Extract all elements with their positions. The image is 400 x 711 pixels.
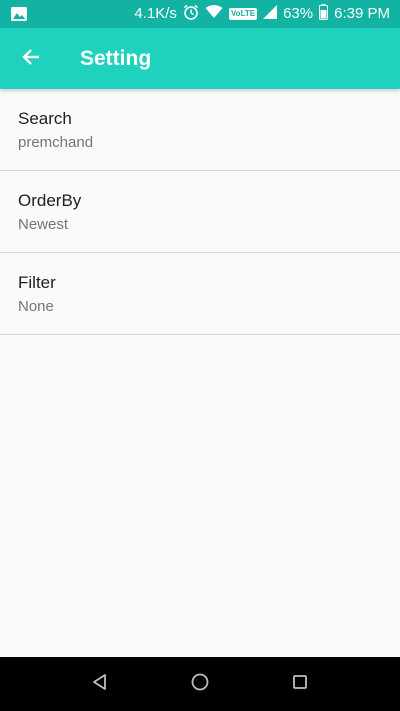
pref-title: OrderBy (18, 191, 82, 210)
nav-home-button[interactable] (185, 669, 215, 699)
battery-percent: 63% (283, 5, 314, 22)
back-button[interactable] (12, 40, 50, 78)
pref-search[interactable]: Search premchand (0, 89, 400, 171)
nav-recents-button[interactable] (285, 669, 315, 699)
back-triangle-icon (91, 673, 109, 696)
status-bar: 4.1K/s VoLTE 63% 6:39 PM (0, 0, 400, 28)
clock: 6:39 PM (334, 5, 390, 22)
pref-title: Search (18, 109, 72, 128)
nav-back-button[interactable] (85, 669, 115, 699)
battery-icon (319, 4, 329, 24)
recents-square-icon (291, 673, 309, 696)
navigation-bar (0, 657, 400, 711)
pref-orderby[interactable]: OrderBy Newest (0, 171, 400, 253)
pref-title: Filter (18, 273, 56, 292)
alarm-icon (183, 4, 199, 24)
pref-summary: Newest (18, 216, 69, 233)
pref-summary: None (18, 298, 54, 315)
home-circle-icon (190, 672, 210, 697)
app-bar: Setting (0, 28, 400, 89)
settings-list: Search premchand OrderBy Newest Filter N… (0, 89, 400, 657)
pref-filter[interactable]: Filter None (0, 253, 400, 335)
gallery-notification-icon (10, 5, 28, 23)
volte-badge: VoLTE (228, 8, 258, 20)
network-speed: 4.1K/s (134, 5, 177, 22)
wifi-icon (205, 5, 223, 23)
status-indicators: 4.1K/s VoLTE 63% 6:39 PM (134, 0, 390, 28)
pref-summary: premchand (18, 134, 94, 151)
arrow-back-icon (21, 47, 41, 72)
signal-icon (263, 5, 278, 23)
page-title: Setting (80, 47, 152, 70)
